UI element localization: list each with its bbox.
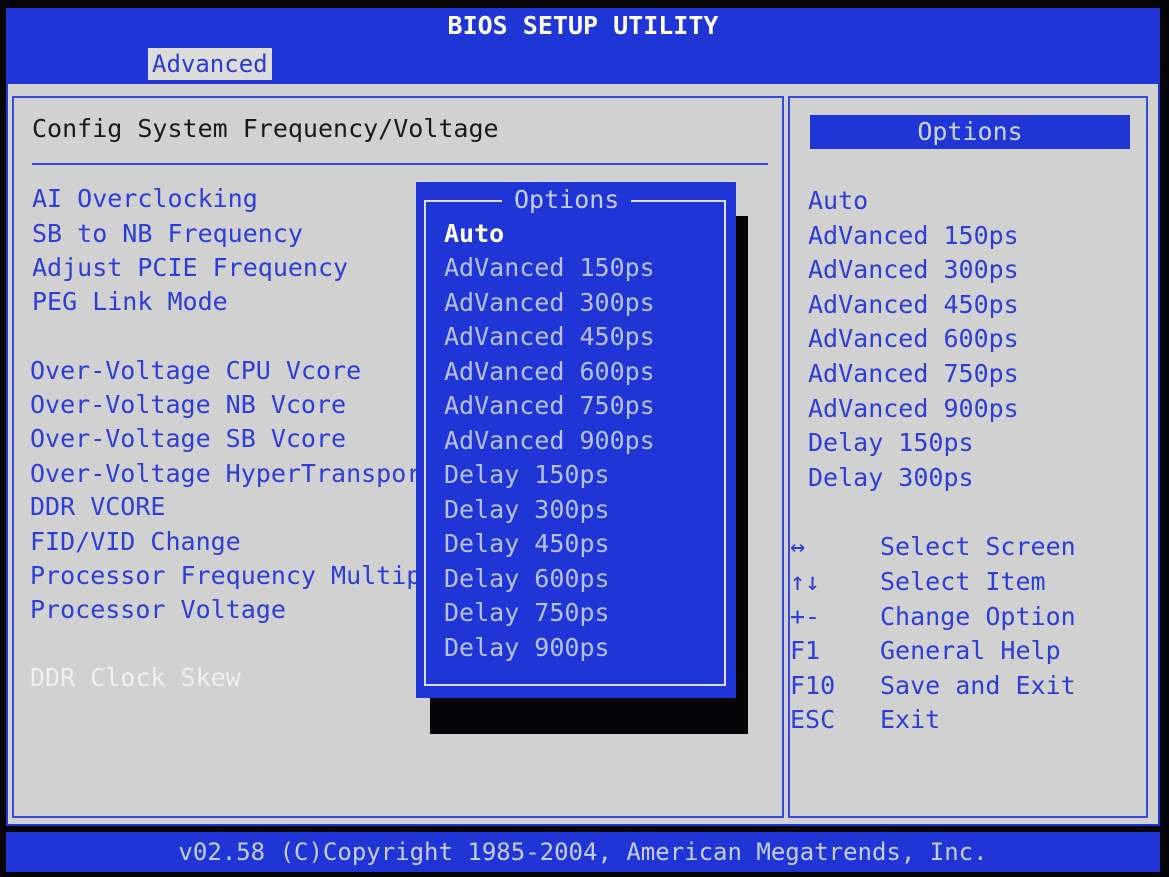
help-row-exit: ESC Exit bbox=[790, 705, 1130, 735]
help-option: AdVanced 600ps bbox=[808, 324, 1019, 353]
menu-item-adjust-pcie-frequency[interactable]: Adjust PCIE Frequency bbox=[32, 253, 348, 283]
help-row-save-and-exit: F10 Save and Exit bbox=[790, 671, 1130, 701]
title-divider bbox=[32, 163, 768, 165]
popup-option-delay-900ps[interactable]: Delay 900ps bbox=[444, 633, 610, 663]
menu-item-over-voltage-nb-vcore[interactable]: Over-Voltage NB Vcore bbox=[30, 390, 346, 420]
help-option: AdVanced 150ps bbox=[808, 221, 1019, 250]
help-desc: Save and Exit bbox=[880, 671, 1076, 700]
help-option: AdVanced 900ps bbox=[808, 394, 1019, 423]
f1-key: F1 bbox=[790, 636, 821, 665]
help-desc: Exit bbox=[880, 705, 941, 734]
help-option: AdVanced 750ps bbox=[808, 359, 1019, 388]
copyright-footer: v02.58 (C)Copyright 1985-2004, American … bbox=[6, 832, 1160, 872]
options-popup: Options Auto AdVanced 150ps AdVanced 300… bbox=[416, 182, 736, 698]
help-panel-header: Options bbox=[810, 115, 1130, 149]
tab-bar: Advanced bbox=[6, 44, 1160, 82]
popup-option-auto[interactable]: Auto bbox=[444, 219, 504, 249]
help-row-change-option: +- Change Option bbox=[790, 602, 1130, 632]
help-row-general-help: F1 General Help bbox=[790, 636, 1130, 666]
menu-item-over-voltage-hypertransport[interactable]: Over-Voltage HyperTransport bbox=[30, 459, 436, 489]
popup-title: Options bbox=[502, 184, 632, 216]
menu-item-ai-overclocking[interactable]: AI Overclocking bbox=[32, 184, 258, 214]
help-option: Auto bbox=[808, 186, 869, 215]
popup-option-delay-450ps[interactable]: Delay 450ps bbox=[444, 529, 610, 559]
help-option: AdVanced 300ps bbox=[808, 255, 1019, 284]
popup-option-advanced-600ps[interactable]: AdVanced 600ps bbox=[444, 357, 655, 387]
menu-item-sb-to-nb-frequency[interactable]: SB to NB Frequency bbox=[32, 219, 303, 249]
window-title: BIOS SETUP UTILITY bbox=[6, 8, 1160, 44]
help-option: AdVanced 450ps bbox=[808, 290, 1019, 319]
menu-item-over-voltage-cpu-vcore[interactable]: Over-Voltage CPU Vcore bbox=[30, 356, 361, 386]
help-desc: Select Screen bbox=[880, 532, 1076, 561]
popup-option-advanced-900ps[interactable]: AdVanced 900ps bbox=[444, 426, 655, 456]
left-right-arrows-icon: ↔ bbox=[790, 532, 806, 561]
popup-option-advanced-300ps[interactable]: AdVanced 300ps bbox=[444, 288, 655, 318]
up-down-arrows-icon: ↑↓ bbox=[790, 567, 821, 596]
help-desc: Change Option bbox=[880, 602, 1076, 631]
popup-option-delay-150ps[interactable]: Delay 150ps bbox=[444, 460, 610, 490]
help-row-select-item: ↑↓ Select Item bbox=[790, 567, 1130, 597]
popup-option-delay-750ps[interactable]: Delay 750ps bbox=[444, 598, 610, 628]
section-title: Config System Frequency/Voltage bbox=[32, 114, 499, 143]
help-row-select-screen: ↔ Select Screen bbox=[790, 532, 1130, 562]
help-option: Delay 150ps bbox=[808, 428, 974, 457]
menu-item-ddr-clock-skew[interactable]: DDR Clock Skew bbox=[30, 663, 241, 693]
menu-item-ddr-vcore[interactable]: DDR VCORE bbox=[30, 492, 165, 522]
f10-key: F10 bbox=[790, 671, 836, 700]
menu-item-processor-voltage[interactable]: Processor Voltage bbox=[30, 595, 286, 625]
popup-option-advanced-150ps[interactable]: AdVanced 150ps bbox=[444, 253, 655, 283]
popup-option-advanced-450ps[interactable]: AdVanced 450ps bbox=[444, 322, 655, 352]
esc-key: ESC bbox=[790, 705, 836, 734]
tab-advanced[interactable]: Advanced bbox=[148, 48, 272, 80]
menu-item-over-voltage-sb-vcore[interactable]: Over-Voltage SB Vcore bbox=[30, 424, 346, 454]
plus-minus-key: +- bbox=[790, 602, 821, 631]
popup-option-advanced-750ps[interactable]: AdVanced 750ps bbox=[444, 391, 655, 421]
menu-item-fid-vid-change[interactable]: FID/VID Change bbox=[30, 527, 241, 557]
popup-option-delay-600ps[interactable]: Delay 600ps bbox=[444, 564, 610, 594]
menu-item-processor-frequency-multiplier[interactable]: Processor Frequency Multipl bbox=[30, 561, 436, 591]
menu-item-peg-link-mode[interactable]: PEG Link Mode bbox=[32, 287, 228, 317]
help-option: Delay 300ps bbox=[808, 463, 974, 492]
help-desc: General Help bbox=[880, 636, 1061, 665]
bios-screen: BIOS SETUP UTILITY Advanced Config Syste… bbox=[0, 0, 1169, 877]
popup-option-delay-300ps[interactable]: Delay 300ps bbox=[444, 495, 610, 525]
help-desc: Select Item bbox=[880, 567, 1046, 596]
